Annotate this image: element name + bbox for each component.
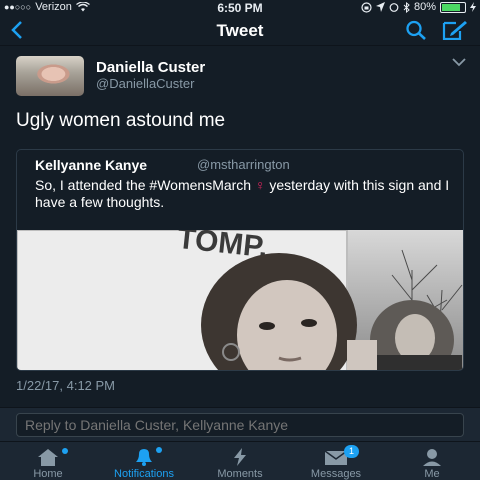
tab-messages[interactable]: 1 Messages <box>288 442 384 480</box>
quoted-author-name: Kellyanne Kanye <box>35 157 148 173</box>
home-icon <box>38 449 58 466</box>
notifications-unread-dot <box>156 447 162 453</box>
tweet-text: Ugly women astound me <box>16 110 226 131</box>
bluetooth-icon <box>403 1 410 13</box>
compose-icon[interactable] <box>442 20 468 40</box>
quoted-tweet[interactable]: Kellyanne Kanye @mstharrington So, I att… <box>16 149 464 371</box>
reply-bar <box>0 407 480 441</box>
messages-badge: 1 <box>344 445 359 458</box>
navigation-bar: Tweet <box>0 14 480 46</box>
quoted-author-handle: @mstharrington <box>197 157 290 172</box>
quoted-tweet-text: So, I attended the #WomensMarch ♀ yester… <box>35 177 455 211</box>
reply-input[interactable] <box>16 413 464 437</box>
quoted-photo[interactable]: TOMP. <box>17 230 463 370</box>
venus-symbol-icon: ♀ <box>254 177 266 193</box>
photo-image: TOMP. <box>17 230 463 370</box>
tab-home[interactable]: Home <box>0 442 96 480</box>
battery-percent: 80% <box>413 1 436 13</box>
chevron-down-icon[interactable] <box>452 58 466 67</box>
author-handle[interactable]: @DaniellaCuster <box>96 76 194 91</box>
tab-notifications-label: Notifications <box>114 468 174 480</box>
tab-messages-label: Messages <box>310 468 362 480</box>
bell-icon <box>136 449 152 466</box>
status-bar: ●●○○○ Verizon 6:50 PM 80% <box>0 0 480 15</box>
tab-home-label: Home <box>33 468 63 480</box>
tab-me[interactable]: Me <box>384 442 480 480</box>
tab-me-label: Me <box>424 468 440 480</box>
battery-icon <box>440 1 466 13</box>
alarm-icon <box>389 3 399 12</box>
tab-bar: Home Notifications Moments 1 Messages Me <box>0 441 480 480</box>
tab-moments-label: Moments <box>217 468 263 480</box>
tab-notifications[interactable]: Notifications <box>96 442 192 480</box>
charging-icon <box>470 2 476 12</box>
tab-moments[interactable]: Moments <box>192 442 288 480</box>
person-icon <box>423 449 441 466</box>
location-icon <box>375 2 385 12</box>
rotation-lock-icon <box>361 1 372 13</box>
tweet-timestamp: 1/22/17, 4:12 PM <box>16 378 116 393</box>
lightning-icon <box>234 448 246 466</box>
home-unread-dot <box>62 448 68 454</box>
author-name[interactable]: Daniella Custer <box>96 59 205 76</box>
search-icon[interactable] <box>404 20 428 40</box>
quoted-text-start: So, I attended the #WomensMarch <box>35 177 252 193</box>
avatar[interactable] <box>16 56 84 96</box>
